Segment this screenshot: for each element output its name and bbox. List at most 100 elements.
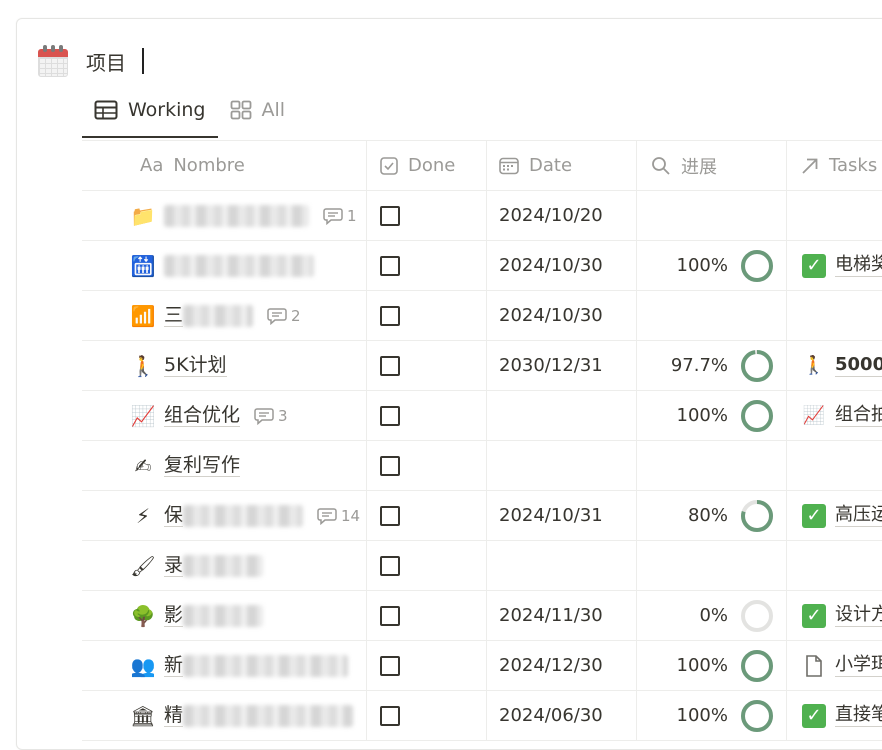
cell-tasks[interactable]: 📈 组合拍 <box>787 391 882 440</box>
comment-count[interactable]: 14 <box>317 507 360 525</box>
cell-name[interactable]: ✍ 复利写作 <box>82 441 367 490</box>
done-checkbox[interactable] <box>380 355 400 376</box>
cell-name[interactable]: 🛗 <box>82 241 367 290</box>
row-title[interactable]: 5K计划 <box>164 354 227 377</box>
cell-tasks[interactable] <box>787 191 882 240</box>
row-title[interactable]: 组合优化 <box>164 404 241 427</box>
calendar-icon[interactable] <box>38 45 68 77</box>
row-title[interactable]: 三 <box>164 304 184 327</box>
date-value: 2024/10/20 <box>499 205 603 226</box>
row-title[interactable]: 保 <box>164 504 184 527</box>
column-header-tasks[interactable]: Tasks <box>787 141 882 190</box>
done-checkbox[interactable] <box>380 405 400 426</box>
done-checkbox[interactable] <box>380 205 400 226</box>
cell-date[interactable]: 2024/12/30 <box>487 641 637 690</box>
row-title[interactable]: 录 <box>164 554 184 577</box>
cell-tasks[interactable]: ✓ 电梯奖 <box>787 241 882 290</box>
comment-count[interactable]: 2 <box>267 307 301 325</box>
column-header-done[interactable]: Done <box>367 141 487 190</box>
classical-building-icon[interactable]: 🏛 <box>130 704 156 728</box>
cell-date[interactable]: 2024/11/30 <box>487 591 637 640</box>
task-link[interactable]: 🚶 5000 <box>801 353 882 379</box>
task-link[interactable]: ✓ 高压运 <box>801 503 882 529</box>
row-title[interactable]: 影 <box>164 604 184 627</box>
table-row[interactable]: 📶 三 2 2024/10/30 <box>82 291 882 341</box>
cell-tasks[interactable]: ✓ 直接笔 <box>787 691 882 740</box>
cell-date[interactable]: 2024/10/31 <box>487 491 637 540</box>
task-link[interactable]: ✓ 直接笔 <box>801 703 882 729</box>
table-row[interactable]: 🚶 5K计划 2030/12/31 97.7% 🚶 5000 <box>82 341 882 391</box>
table-row[interactable]: 📈 组合优化 3 100% 📈 组合拍 <box>82 391 882 441</box>
task-link[interactable]: 📈 组合拍 <box>801 403 882 429</box>
cell-date[interactable]: 2024/10/30 <box>487 241 637 290</box>
progress-value: 97.7% <box>670 355 728 376</box>
table-row[interactable]: 🌳 影 2024/11/30 0% ✓ 设计方 <box>82 591 882 641</box>
cell-date[interactable]: 2024/06/30 <box>487 691 637 740</box>
cell-date[interactable]: 2024/10/20 <box>487 191 637 240</box>
table-row[interactable]: 👥 新 2024/12/30 100% 小学珥 <box>82 641 882 691</box>
cell-name[interactable]: 👥 新 <box>82 641 367 690</box>
cell-tasks[interactable]: 小学珥 <box>787 641 882 690</box>
elevator-icon[interactable]: 🛗 <box>130 254 156 278</box>
done-checkbox[interactable] <box>380 305 400 326</box>
table-row[interactable]: 📁 1 2024/10/20 <box>82 191 882 241</box>
cell-name[interactable]: 📁 1 <box>82 191 367 240</box>
cell-name[interactable]: 📈 组合优化 3 <box>82 391 367 440</box>
table-row[interactable]: ⚡ 保 14 2024/10/31 80% ✓ 高压运 <box>82 491 882 541</box>
tree-icon[interactable]: 🌳 <box>130 604 156 628</box>
done-checkbox[interactable] <box>380 505 400 526</box>
task-link[interactable]: ✓ 电梯奖 <box>801 253 882 279</box>
cell-name[interactable]: ⚡ 保 14 <box>82 491 367 540</box>
column-header-name[interactable]: Aa Nombre <box>82 141 367 190</box>
signal-bars-icon[interactable]: 📶 <box>130 304 156 328</box>
database-title[interactable]: 项目 <box>86 47 126 76</box>
cell-date[interactable]: 2030/12/31 <box>487 341 637 390</box>
cell-date[interactable] <box>487 391 637 440</box>
cell-name[interactable]: 🖌 录 <box>82 541 367 590</box>
cell-done <box>367 441 487 490</box>
folder-icon[interactable]: 📁 <box>130 204 156 228</box>
done-checkbox[interactable] <box>380 455 400 476</box>
cell-name[interactable]: 🚶 5K计划 <box>82 341 367 390</box>
people-icon[interactable]: 👥 <box>130 654 156 678</box>
done-checkbox[interactable] <box>380 705 400 726</box>
table-row[interactable]: 🖌 录 <box>82 541 882 591</box>
cell-tasks[interactable] <box>787 291 882 340</box>
table-row[interactable]: 🏛 精 2024/06/30 100% ✓ 直接笔 <box>82 691 882 741</box>
table-row[interactable]: 🛗 2024/10/30 100% ✓ 电梯奖 <box>82 241 882 291</box>
comment-count[interactable]: 3 <box>254 407 288 425</box>
tab-all[interactable]: All <box>218 92 298 128</box>
column-header-date[interactable]: Date <box>487 141 637 190</box>
progress-ring <box>741 499 773 532</box>
cell-tasks[interactable] <box>787 441 882 490</box>
row-title[interactable]: 精 <box>164 704 184 727</box>
table-row[interactable]: ✍ 复利写作 <box>82 441 882 491</box>
task-link[interactable]: ✓ 设计方 <box>801 603 882 629</box>
row-title[interactable]: 新 <box>164 654 184 677</box>
cell-date[interactable]: 2024/10/30 <box>487 291 637 340</box>
cell-date[interactable] <box>487 541 637 590</box>
chart-increasing-icon[interactable]: 📈 <box>130 404 156 428</box>
cell-tasks[interactable]: ✓ 高压运 <box>787 491 882 540</box>
tab-working[interactable]: Working <box>82 92 218 138</box>
cell-tasks[interactable]: 🚶 5000 <box>787 341 882 390</box>
done-checkbox[interactable] <box>380 605 400 626</box>
cell-tasks[interactable] <box>787 541 882 590</box>
paintbrush-icon[interactable]: 🖌 <box>130 554 156 578</box>
cell-date[interactable] <box>487 441 637 490</box>
done-checkbox[interactable] <box>380 255 400 276</box>
row-title[interactable]: 复利写作 <box>164 454 241 477</box>
task-link[interactable]: 小学珥 <box>801 653 882 679</box>
column-header-progress[interactable]: 进展 <box>637 141 787 190</box>
cell-name[interactable]: 📶 三 2 <box>82 291 367 340</box>
cell-name[interactable]: 🏛 精 <box>82 691 367 740</box>
walking-person-icon[interactable]: 🚶 <box>130 354 156 378</box>
cell-tasks[interactable]: ✓ 设计方 <box>787 591 882 640</box>
cell-name[interactable]: 🌳 影 <box>82 591 367 640</box>
lightning-icon[interactable]: ⚡ <box>130 504 156 528</box>
done-checkbox[interactable] <box>380 555 400 576</box>
writing-hand-icon[interactable]: ✍ <box>130 454 156 478</box>
comment-count[interactable]: 1 <box>323 207 357 225</box>
done-checkbox[interactable] <box>380 655 400 676</box>
text-cursor <box>142 48 144 74</box>
